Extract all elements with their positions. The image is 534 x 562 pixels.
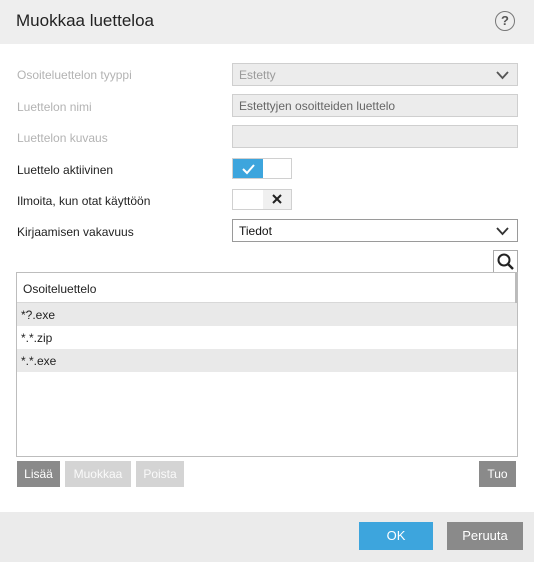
list-item-label: *.*.zip	[21, 331, 53, 345]
list-name-value: Estettyjen osoitteiden luettelo	[239, 99, 396, 113]
list-name-label: Luettelon nimi	[17, 100, 92, 114]
list-header[interactable]: Osoiteluettelo	[17, 273, 515, 303]
window-title: Muokkaa luetteloa	[16, 11, 154, 30]
list-type-label: Osoiteluettelon tyyppi	[17, 68, 132, 82]
help-icon[interactable]: ?	[495, 11, 515, 31]
notify-label: Ilmoita, kun otat käyttöön	[17, 194, 151, 208]
list-item[interactable]: *.*.exe	[17, 349, 517, 372]
scrollbar[interactable]	[515, 273, 517, 303]
edit-button[interactable]: Muokkaa	[65, 461, 131, 487]
import-button[interactable]: Tuo	[479, 461, 516, 487]
list-item-label: *.*.exe	[21, 354, 57, 368]
list-desc-field	[232, 125, 518, 148]
list-desc-label: Luettelon kuvaus	[17, 131, 108, 145]
log-severity-label: Kirjaamisen vakavuus	[17, 225, 134, 239]
address-list[interactable]: Osoiteluettelo *?.exe *.*.zip *.*.exe	[16, 272, 518, 457]
list-type-value: Estetty	[239, 68, 276, 82]
list-item[interactable]: *?.exe	[17, 303, 517, 326]
search-icon	[497, 253, 514, 270]
list-active-toggle[interactable]	[232, 158, 292, 179]
search-button[interactable]	[493, 250, 518, 274]
checkmark-icon	[242, 164, 255, 175]
list-item[interactable]: *.*.zip	[17, 326, 517, 349]
list-header-label: Osoiteluettelo	[23, 282, 97, 296]
notify-toggle[interactable]	[232, 189, 292, 210]
title-bar: Muokkaa luetteloa ?	[0, 0, 534, 44]
chevron-down-icon	[496, 71, 509, 80]
toggle-on-segment	[233, 159, 263, 178]
chevron-down-icon	[496, 227, 509, 236]
dialog-footer: OK Peruuta	[0, 512, 534, 562]
toggle-off-segment	[263, 190, 291, 209]
close-icon	[272, 194, 282, 204]
list-active-label: Luettelo aktiivinen	[17, 163, 114, 177]
log-severity-select[interactable]: Tiedot	[232, 219, 518, 242]
delete-button[interactable]: Poista	[136, 461, 184, 487]
ok-button[interactable]: OK	[359, 522, 433, 550]
log-severity-value: Tiedot	[239, 224, 272, 238]
list-name-field: Estettyjen osoitteiden luettelo	[232, 94, 518, 117]
list-type-select: Estetty	[232, 63, 518, 86]
list-item-label: *?.exe	[21, 308, 56, 322]
add-button[interactable]: Lisää	[17, 461, 60, 487]
cancel-button[interactable]: Peruuta	[447, 522, 523, 550]
